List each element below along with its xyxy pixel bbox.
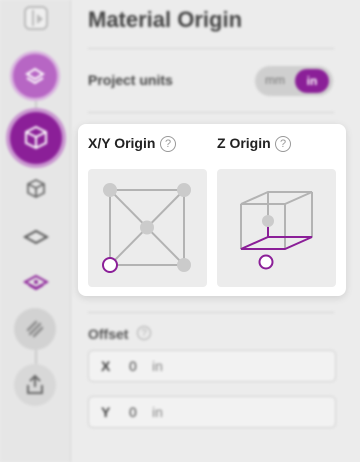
z-origin-point-bottom-selected[interactable] [258, 254, 274, 270]
origin-point-bottom-left-selected[interactable] [102, 257, 118, 273]
offset-y-value: 0 [129, 404, 137, 420]
cube-icon[interactable] [10, 112, 62, 164]
sidebar-toggle-icon[interactable] [24, 6, 48, 30]
sidebar-connector [35, 350, 37, 364]
cube-icon[interactable] [23, 176, 49, 202]
z-origin-point-top[interactable] [262, 215, 274, 227]
offset-x-value: 0 [129, 358, 137, 374]
origin-point-bottom-right[interactable] [177, 258, 191, 272]
z-origin-diagram [240, 191, 313, 270]
origin-point-center[interactable] [140, 220, 154, 235]
help-icon[interactable]: ? [275, 136, 291, 152]
sidebar-connector [35, 98, 37, 112]
origin-popover: X/Y Origin ? Z Origin ? [78, 124, 346, 296]
zero-layer-icon[interactable] [23, 270, 49, 296]
xy-origin-title: X/Y Origin [88, 135, 156, 151]
offset-label: Offset [88, 326, 129, 342]
offset-y-unit: in [152, 404, 163, 420]
z-origin-picker[interactable] [217, 169, 336, 287]
divider [88, 48, 334, 49]
offset-x-unit: in [152, 358, 163, 374]
export-icon[interactable] [14, 364, 56, 406]
divider [88, 312, 334, 313]
layers-icon[interactable] [13, 54, 57, 98]
origin-point-top-right[interactable] [177, 183, 191, 197]
help-icon[interactable]: ? [160, 136, 176, 152]
help-icon[interactable]: ? [137, 326, 151, 340]
toolpath-icon[interactable] [14, 308, 56, 350]
xy-origin-picker[interactable] [88, 169, 207, 287]
z-origin-title: Z Origin [217, 135, 271, 151]
units-toggle[interactable]: mm in [255, 66, 333, 96]
page-title: Material Origin [88, 7, 243, 32]
sidebar [0, 0, 71, 462]
offset-y-field[interactable]: Y 0 in [88, 396, 336, 428]
units-option-in[interactable]: in [295, 69, 329, 93]
offset-x-axis-label: X [101, 358, 111, 374]
units-option-mm[interactable]: mm [265, 73, 285, 87]
offset-y-axis-label: Y [101, 404, 111, 420]
divider [88, 112, 334, 113]
xy-origin-diagram [102, 183, 191, 273]
offset-x-field[interactable]: X 0 in [88, 350, 336, 382]
origin-point-top-left[interactable] [103, 183, 117, 197]
project-units-label: Project units [88, 72, 173, 88]
z-box [240, 191, 313, 249]
flat-layer-icon[interactable] [23, 224, 49, 250]
z-bottom-face-selected [240, 236, 313, 250]
